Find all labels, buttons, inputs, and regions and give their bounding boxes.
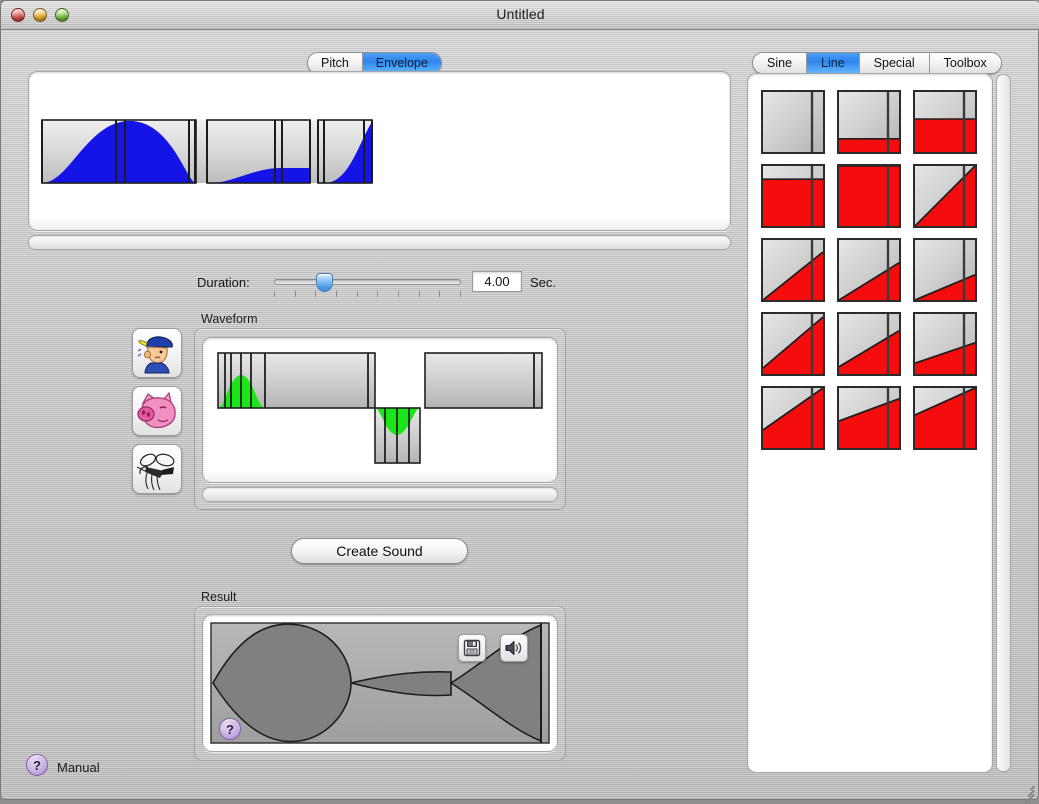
palette-vertical-scrollbar[interactable] [996, 74, 1011, 772]
whistling-boy-icon [137, 336, 173, 374]
duration-slider-ticks [274, 291, 461, 298]
preset-pig[interactable] [132, 386, 182, 436]
tile-ramp-shallow[interactable] [913, 238, 977, 302]
tab-line[interactable]: Line [807, 53, 860, 73]
tab-envelope[interactable]: Envelope [362, 53, 441, 73]
tile-ramp-low-1[interactable] [761, 312, 825, 376]
play-button[interactable] [500, 634, 528, 662]
result-group-label: Result [201, 590, 237, 604]
save-button[interactable] [458, 634, 486, 662]
palette-grid [761, 90, 977, 450]
speaker-icon [505, 640, 522, 656]
preset-mosquito[interactable] [132, 444, 182, 494]
tile-fill-full-glyph [839, 166, 899, 226]
mosquito-icon [136, 453, 175, 491]
tab-pitch[interactable]: Pitch [308, 53, 363, 73]
duration-control: Duration: 4.00 Sec. [197, 271, 577, 299]
tile-fill-half-glyph [915, 92, 975, 152]
tile-ramp-high-1[interactable] [761, 386, 825, 450]
tile-fill-low-glyph [839, 92, 899, 152]
title-bar: Untitled [1, 1, 1039, 30]
tile-empty[interactable] [761, 90, 825, 154]
waveform-graph[interactable] [203, 338, 557, 482]
tile-fill-high[interactable] [761, 164, 825, 228]
duration-slider-thumb[interactable] [316, 273, 334, 292]
tile-fill-low[interactable] [837, 90, 901, 154]
waveform-group-label: Waveform [201, 312, 258, 326]
tile-ramp-low-2[interactable] [837, 312, 901, 376]
tile-empty-glyph [810, 92, 814, 152]
tile-ramp-45-glyph [915, 166, 975, 226]
tab-sine[interactable]: Sine [753, 53, 808, 73]
tile-ramp-shallow-glyph [915, 240, 975, 300]
envelope-graph[interactable] [29, 72, 730, 230]
tile-fill-high-glyph [763, 166, 823, 226]
tile-ramp-low-3-glyph [915, 314, 975, 374]
tab-toolbox[interactable]: Toolbox [929, 53, 1001, 73]
resize-grip[interactable] [1020, 781, 1035, 804]
tile-ramp-mid-glyph [839, 240, 899, 300]
tile-fill-half[interactable] [913, 90, 977, 154]
tile-ramp-high-3-glyph [915, 388, 975, 448]
palette-panel[interactable] [747, 73, 993, 773]
duration-slider-track[interactable] [274, 279, 461, 285]
create-sound-button[interactable]: Create Sound [291, 538, 468, 564]
tile-ramp-low-2-glyph [839, 314, 899, 374]
tile-ramp-high-2-glyph [839, 388, 899, 448]
floppy-disk-icon [463, 639, 481, 657]
tile-ramp-low-3[interactable] [913, 312, 977, 376]
envelope-panel[interactable] [28, 71, 731, 231]
tile-fill-full[interactable] [837, 164, 901, 228]
result-help-button[interactable]: ? [219, 718, 241, 740]
tile-ramp-45[interactable] [913, 164, 977, 228]
waveform-editor[interactable] [202, 337, 558, 483]
duration-label: Duration: [197, 275, 250, 290]
preset-whistling-boy[interactable] [132, 328, 182, 378]
tab-special[interactable]: Special [859, 53, 930, 73]
tile-ramp-high-2[interactable] [837, 386, 901, 450]
palette-tab-group[interactable]: Sine Line Special Toolbox [752, 52, 1002, 74]
duration-value-field[interactable]: 4.00 [472, 271, 522, 292]
tile-ramp-steep-glyph [763, 240, 823, 300]
pig-icon [137, 391, 176, 429]
tile-ramp-high-3[interactable] [913, 386, 977, 450]
waveform-horizontal-scrollbar[interactable] [202, 487, 558, 502]
tile-ramp-high-1-glyph [763, 388, 823, 448]
tile-ramp-low-1-glyph [763, 314, 823, 374]
duration-unit-label: Sec. [530, 275, 557, 290]
window-title: Untitled [496, 6, 545, 22]
envelope-horizontal-scrollbar[interactable] [28, 235, 731, 250]
tile-ramp-steep[interactable] [761, 238, 825, 302]
manual-label[interactable]: Manual [57, 760, 100, 775]
tile-ramp-mid[interactable] [837, 238, 901, 302]
application-window: Untitled Pitch Envelope Duration: 4.00 S… [0, 0, 1039, 804]
manual-help-icon[interactable]: ? [26, 754, 48, 776]
